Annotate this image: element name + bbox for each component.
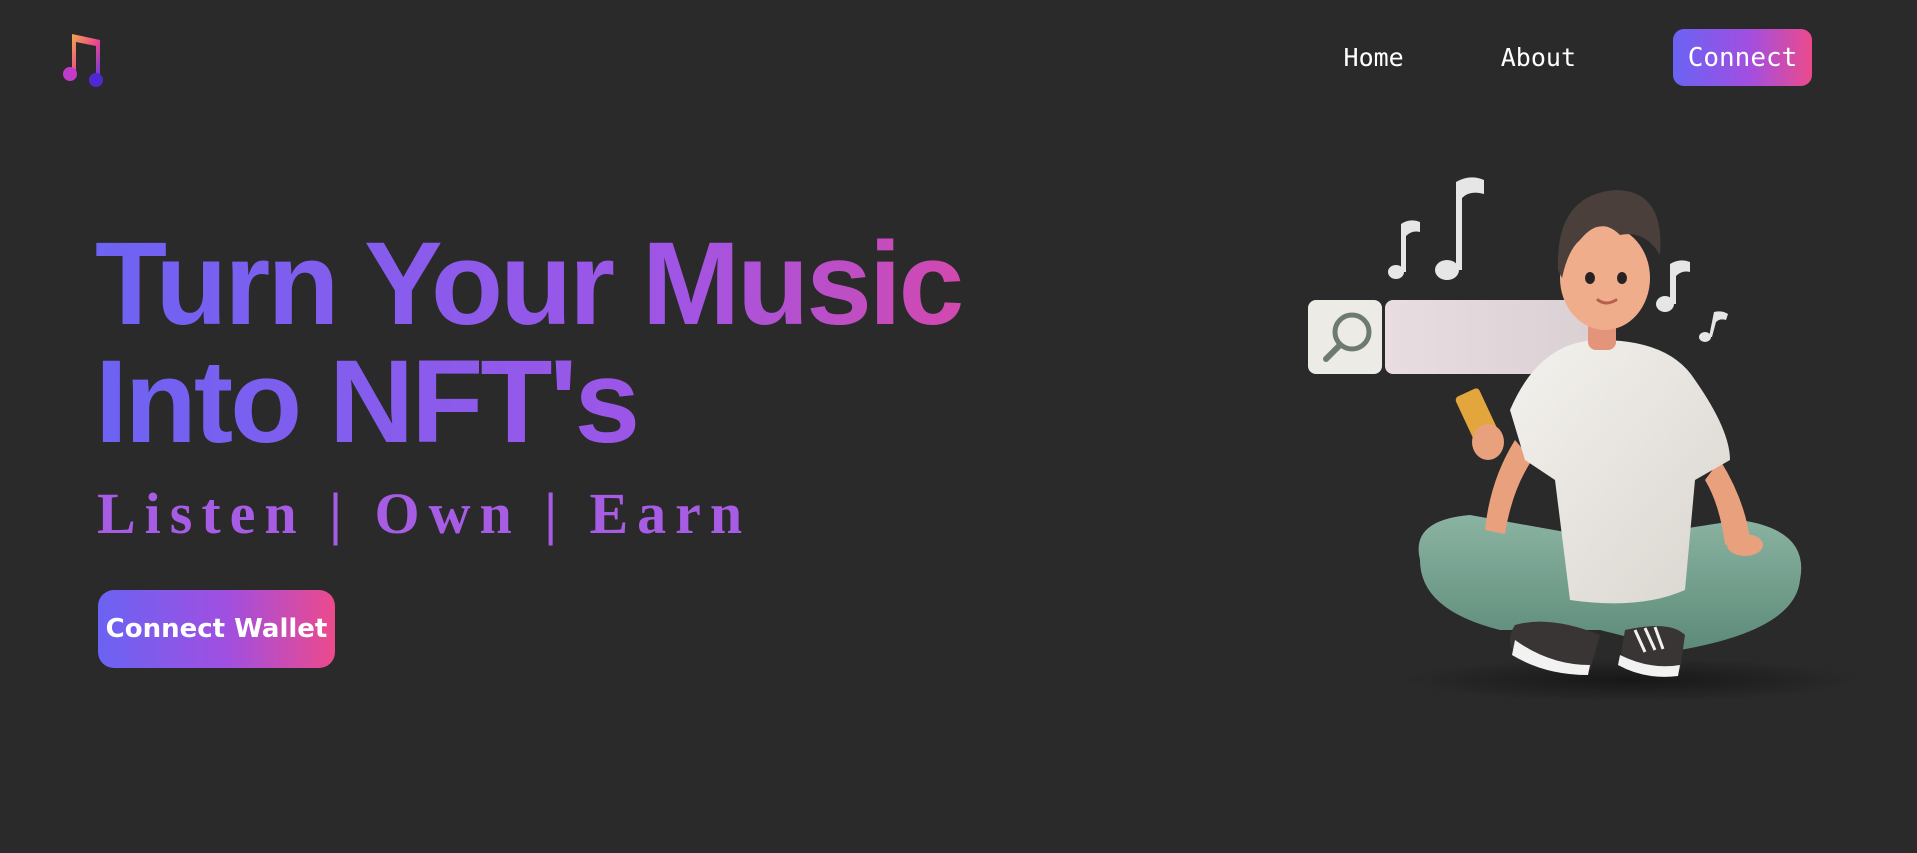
nav-home-link[interactable]: Home bbox=[1344, 43, 1404, 72]
hero-illustration bbox=[1308, 177, 1860, 700]
nav-about-link[interactable]: About bbox=[1501, 43, 1576, 72]
hero-title-line2: Into NFT's bbox=[95, 336, 638, 468]
hero-title: Turn Your Music Into NFT's bbox=[95, 225, 1055, 461]
music-note-icon[interactable] bbox=[60, 26, 110, 90]
search-icon bbox=[1308, 300, 1382, 374]
hero-tagline: Listen | Own | Earn bbox=[97, 481, 752, 546]
connect-wallet-button[interactable]: Connect Wallet bbox=[98, 590, 335, 668]
connect-button[interactable]: Connect bbox=[1673, 29, 1812, 86]
top-nav: Home About Connect bbox=[1344, 29, 1812, 86]
hero-title-line1: Turn Your Music bbox=[95, 218, 962, 350]
